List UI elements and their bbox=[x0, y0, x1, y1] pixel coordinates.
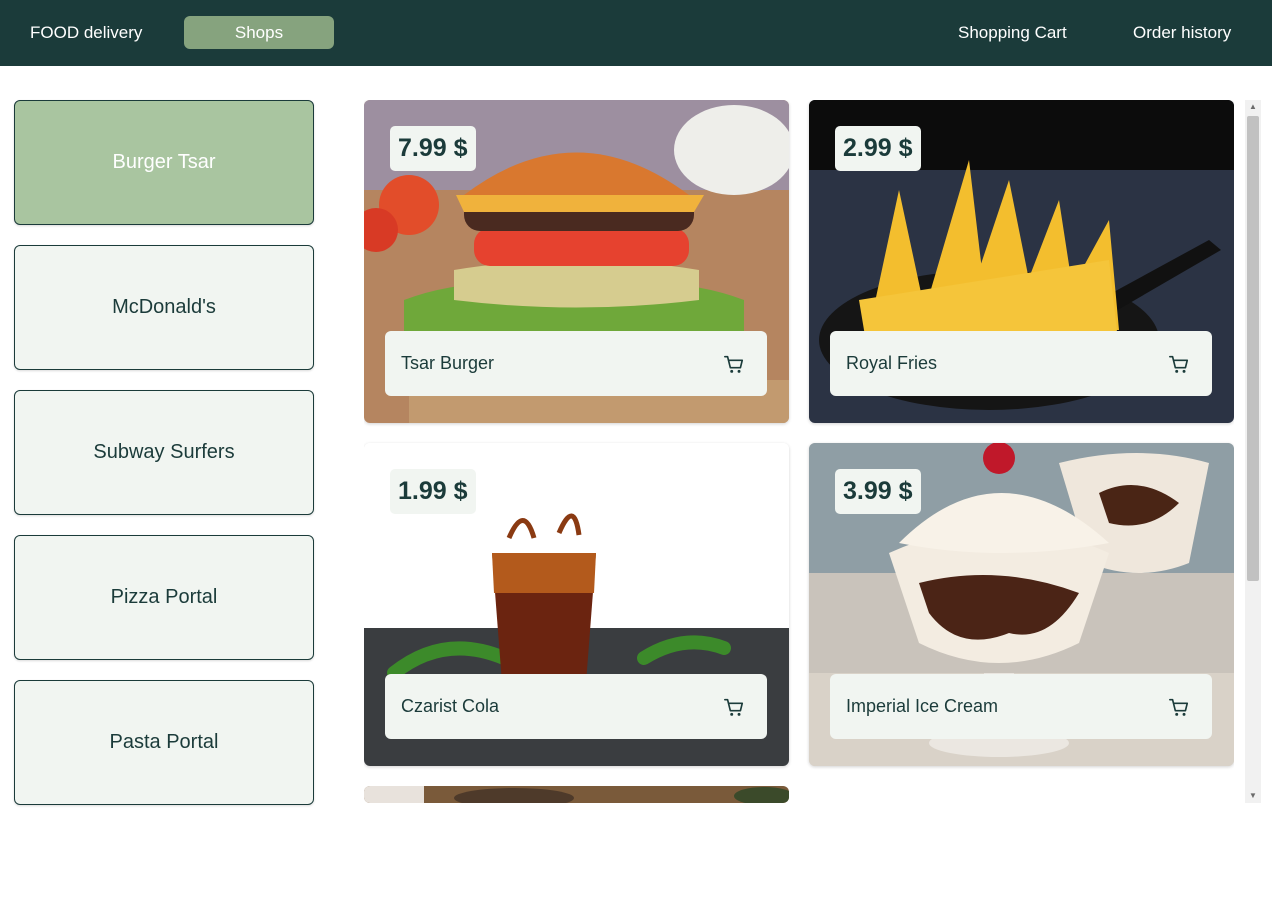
top-navbar: FOOD delivery Shops Shopping Cart Order … bbox=[0, 0, 1272, 66]
shop-button-pasta-portal[interactable]: Pasta Portal bbox=[14, 680, 314, 805]
price-badge: 2.99 $ bbox=[835, 126, 921, 171]
product-card: 3.99 $ Imperial Ice Cream bbox=[809, 443, 1234, 766]
product-name: Czarist Cola bbox=[401, 696, 500, 716]
product-card-partial bbox=[364, 786, 789, 803]
product-card: 1.99 $ Czarist Cola bbox=[364, 443, 789, 766]
shop-button-label: Burger Tsar bbox=[112, 151, 216, 173]
product-label-bar: Tsar Burger bbox=[385, 331, 767, 396]
product-card: 2.99 $ Royal Fries bbox=[809, 100, 1234, 423]
shop-button-mcdonalds[interactable]: McDonald's bbox=[14, 245, 314, 370]
cart-icon[interactable] bbox=[723, 353, 745, 375]
product-label-bar: Royal Fries bbox=[830, 331, 1212, 396]
product-card: 7.99 $ Tsar Burger bbox=[364, 100, 789, 423]
shop-button-pizza-portal[interactable]: Pizza Portal bbox=[14, 535, 314, 660]
cart-icon[interactable] bbox=[1168, 353, 1190, 375]
brand-logo-text[interactable]: FOOD delivery bbox=[30, 22, 142, 44]
triangle-down-icon[interactable]: ▼ bbox=[1245, 789, 1261, 803]
price-badge: 7.99 $ bbox=[390, 126, 476, 171]
cart-icon[interactable] bbox=[723, 696, 745, 718]
product-name: Imperial Ice Cream bbox=[846, 696, 999, 716]
shop-button-label: Pasta Portal bbox=[109, 731, 219, 753]
shop-button-label: Pizza Portal bbox=[110, 586, 218, 608]
product-grid: 7.99 $ Tsar Burger 2.99 $ Royal Fries 1.… bbox=[364, 100, 1234, 803]
shop-button-label: McDonald's bbox=[112, 296, 216, 318]
price-badge: 3.99 $ bbox=[835, 469, 921, 514]
product-label-bar: Czarist Cola bbox=[385, 674, 767, 739]
product-name: Tsar Burger bbox=[401, 353, 495, 373]
cart-icon[interactable] bbox=[1168, 696, 1190, 718]
next-product-photo bbox=[364, 786, 789, 803]
triangle-up-icon[interactable]: ▲ bbox=[1245, 100, 1261, 114]
scroll-thumb[interactable] bbox=[1247, 116, 1259, 581]
shop-button-burger-tsar[interactable]: Burger Tsar bbox=[14, 100, 314, 225]
nav-shops-button[interactable]: Shops bbox=[184, 16, 334, 49]
product-scrollbar[interactable]: ▲ ▼ bbox=[1245, 100, 1261, 803]
nav-shopping-cart-link[interactable]: Shopping Cart bbox=[958, 22, 1067, 44]
product-name: Royal Fries bbox=[846, 353, 938, 373]
nav-order-history-link[interactable]: Order history bbox=[1133, 22, 1231, 44]
shop-button-label: Subway Surfers bbox=[93, 441, 235, 463]
price-badge: 1.99 $ bbox=[390, 469, 476, 514]
product-label-bar: Imperial Ice Cream bbox=[830, 674, 1212, 739]
shop-button-subway-surfers[interactable]: Subway Surfers bbox=[14, 390, 314, 515]
